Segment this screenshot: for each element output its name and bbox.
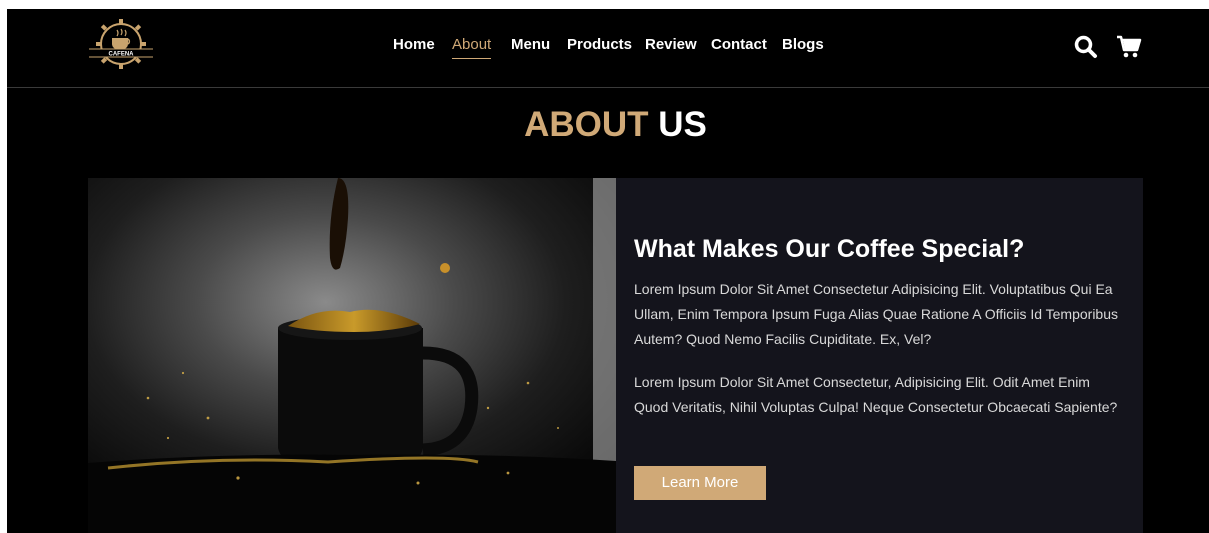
nav-review[interactable]: Review [645, 36, 697, 54]
page-title: ABOUT US [7, 105, 1209, 145]
title-rest: US [658, 105, 707, 144]
search-icon[interactable] [1073, 34, 1099, 60]
learn-more-button[interactable]: Learn More [634, 466, 766, 500]
nav-about[interactable]: About [452, 36, 492, 59]
coffee-cup-image [88, 178, 616, 533]
cart-icon[interactable] [1116, 34, 1142, 60]
logo-text: CAFENA [109, 52, 135, 58]
about-paragraph-1: Lorem Ipsum Dolor Sit Amet Consectetur A… [634, 281, 1119, 347]
logo[interactable]: CAFENA [87, 16, 155, 72]
nav-home[interactable]: Home [393, 36, 435, 54]
nav-menu[interactable]: Menu [511, 36, 550, 54]
site-header: CAFENA Home About Menu Products Review C… [7, 9, 1209, 88]
about-section: What Makes Our Coffee Special? Lorem Ips… [88, 178, 1143, 533]
page-frame: CAFENA Home About Menu Products Review C… [7, 9, 1209, 533]
title-accent: ABOUT [524, 105, 649, 144]
about-text: What Makes Our Coffee Special? Lorem Ips… [634, 233, 1119, 420]
nav-blogs[interactable]: Blogs [782, 36, 824, 54]
about-heading: What Makes Our Coffee Special? [634, 235, 1025, 263]
nav-products[interactable]: Products [567, 36, 632, 54]
about-paragraph-2: Lorem Ipsum Dolor Sit Amet Consectetur, … [634, 374, 1118, 415]
nav-contact[interactable]: Contact [711, 36, 767, 54]
